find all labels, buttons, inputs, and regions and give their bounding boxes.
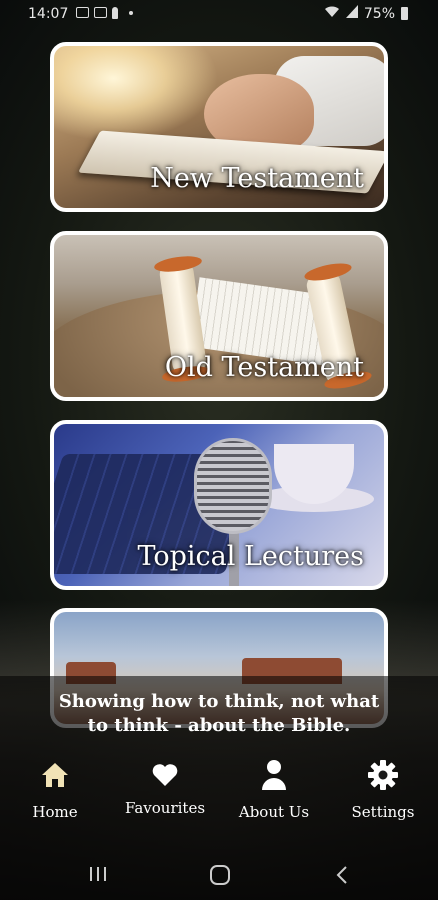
nav-label: Home xyxy=(32,803,78,821)
nav-item-settings[interactable]: Settings xyxy=(328,755,438,821)
sim-icon xyxy=(76,7,89,18)
pin-icon xyxy=(112,7,118,19)
battery-icon xyxy=(401,7,408,20)
nav-label: Favourites xyxy=(124,799,206,817)
nav-item-favourites[interactable]: Favourites xyxy=(110,755,220,817)
status-time: 14:07 xyxy=(28,6,69,22)
card-title: Topical Lectures xyxy=(137,541,364,572)
nav-label: Settings xyxy=(351,803,415,821)
status-right: 75% xyxy=(324,5,408,22)
wifi-icon xyxy=(324,5,340,22)
nav-label: About Us xyxy=(238,803,310,821)
heart-icon xyxy=(110,755,220,795)
card-new-testament[interactable]: New Testament xyxy=(50,42,388,212)
card-old-testament[interactable]: Old Testament xyxy=(50,231,388,401)
card-image-microphone xyxy=(194,438,272,534)
gear-icon xyxy=(328,755,438,795)
signal-icon xyxy=(345,5,358,22)
card-topical-lectures[interactable]: Topical Lectures xyxy=(50,420,388,590)
tagline-line-1: Showing how to think, not what xyxy=(58,691,380,712)
nav-item-home[interactable]: Home xyxy=(0,755,110,821)
tagline-line-2: to think - about the Bible. xyxy=(87,715,351,736)
bottom-navigation: Home Favourites About Us Settings xyxy=(0,755,438,835)
battery-percent: 75% xyxy=(363,5,395,22)
notification-icons xyxy=(76,7,133,19)
card-title: Old Testament xyxy=(164,352,364,383)
card-title: New Testament xyxy=(150,163,364,194)
back-icon[interactable] xyxy=(335,865,349,889)
nav-item-about-us[interactable]: About Us xyxy=(219,755,329,821)
person-icon xyxy=(219,755,329,795)
youtube-icon xyxy=(94,7,107,18)
dot-icon xyxy=(129,11,133,15)
home-circle-icon[interactable] xyxy=(209,865,231,889)
tagline: Showing how to think, not what to think … xyxy=(0,690,438,738)
recent-apps-icon[interactable] xyxy=(88,865,108,887)
system-navigation-bar xyxy=(0,855,438,900)
home-icon xyxy=(0,755,110,795)
status-bar: 14:07 75% xyxy=(0,0,438,28)
